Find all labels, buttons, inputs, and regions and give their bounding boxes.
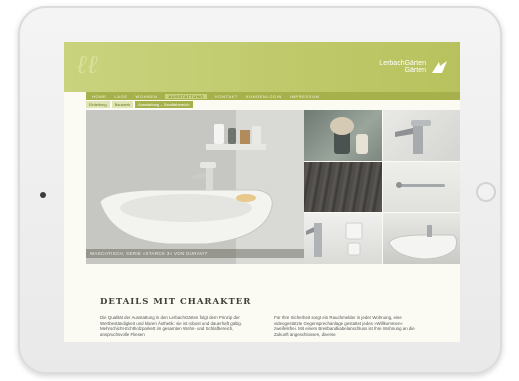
logo-subname: Gärten [404, 67, 426, 74]
header-flourish: ℓℓ [76, 50, 98, 80]
towel-rail-image [382, 161, 460, 213]
switch-faucet-image [304, 213, 382, 264]
detail-image-grid [304, 110, 460, 264]
hero-image: Waschtisch, Serie »Starck 3« von Duravit [86, 110, 304, 264]
shaving-brush-image [304, 110, 382, 161]
site-logo[interactable]: LerbachGärten Gärten [379, 60, 448, 74]
subnav-item-2[interactable]: Ausstattung – Sanitärbereich [135, 100, 193, 108]
washbasin-photo [86, 110, 304, 264]
nav-item-home[interactable]: Home [92, 94, 106, 99]
sub-nav: Einleitung Bauwerk Ausstattung – Sanitärbe… [86, 100, 460, 108]
logo-name: LerbachGärten [379, 60, 426, 67]
article-column-left: Die Qualität der Ausstattung in den Lerb… [100, 315, 242, 337]
leaf-logo-icon [432, 61, 447, 73]
website-screen: ℓℓ LerbachGärten Gärten Home Lage Wohnen Au… [64, 42, 460, 342]
faucet-image [382, 110, 460, 161]
nav-item-lage[interactable]: Lage [114, 94, 127, 99]
article-title: DETAILS MIT CHARAKTER [100, 297, 252, 307]
subnav-item-1[interactable]: Bauwerk [111, 100, 134, 108]
nav-item-impressum[interactable]: Impressum [290, 94, 320, 99]
home-button[interactable] [476, 182, 496, 202]
camera-icon [40, 192, 46, 198]
sink-detail-image [382, 213, 460, 264]
wood-floor-image [304, 161, 382, 213]
site-header: ℓℓ LerbachGärten Gärten [64, 42, 460, 92]
nav-item-kontakt[interactable]: Kontakt [215, 94, 238, 99]
hero-caption: Waschtisch, Serie »Starck 3« von Duravit [86, 249, 304, 258]
main-nav: Home Lage Wohnen Ausstattung Kontakt Kundenlo… [86, 92, 460, 100]
nav-item-ausstattung[interactable]: Ausstattung [165, 93, 208, 99]
article-column-right: Für Ihre Sicherheit sorgt ein Rauchmelde… [274, 315, 415, 337]
nav-item-kundenlogin[interactable]: Kundenlogin [246, 94, 282, 99]
nav-item-wohnen[interactable]: Wohnen [135, 94, 157, 99]
subnav-item-0[interactable]: Einleitung [86, 100, 110, 108]
